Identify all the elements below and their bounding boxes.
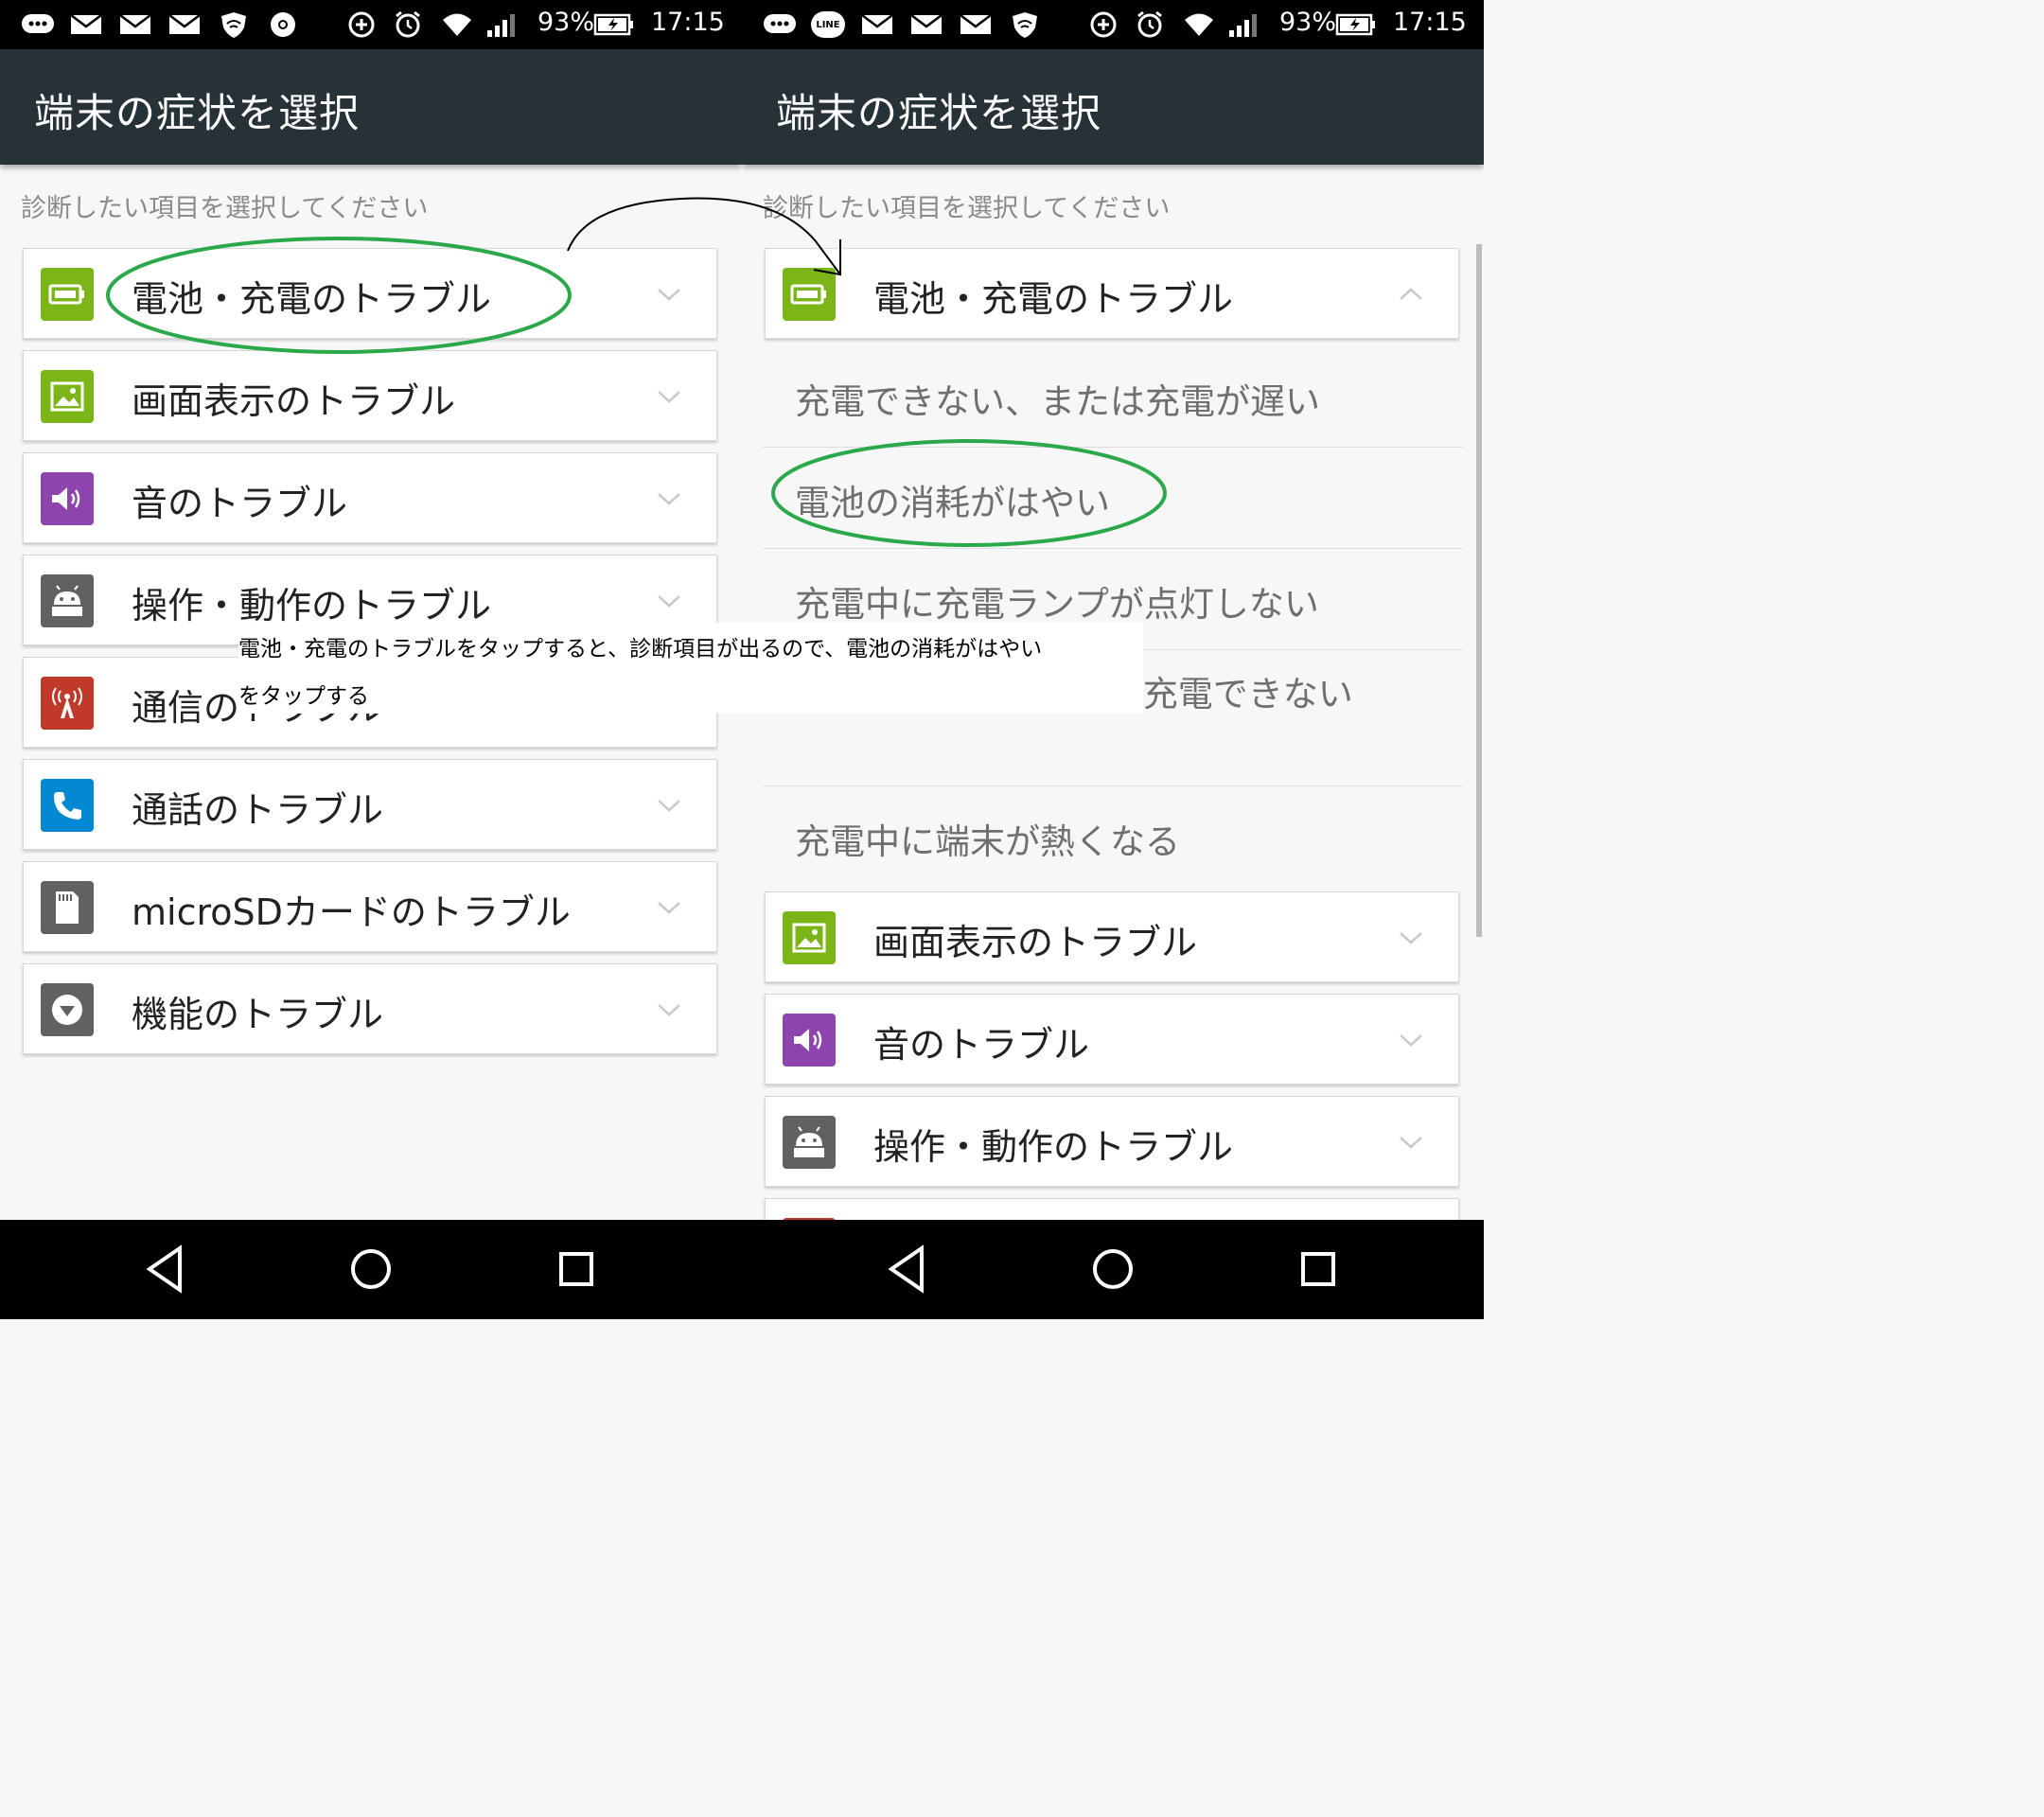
category-display[interactable]: 画面表示のトラブル (765, 891, 1459, 982)
highlight-circle (106, 237, 572, 354)
chrome-icon (267, 11, 299, 38)
category-operation[interactable]: 操作・動作のトラブル (765, 1096, 1459, 1187)
shield-icon (1009, 11, 1041, 38)
sdcard-icon (41, 881, 94, 934)
annotation-line-1: 電池・充電のトラブルをタップすると、診断項目が出るので、電池の消耗がはやい (238, 637, 1043, 662)
chevron-down-icon[interactable] (656, 588, 682, 614)
chat-bubble-icon (763, 11, 797, 38)
app-bar: 端末の症状を選択 (742, 49, 1484, 165)
category-sound[interactable]: 音のトラブル (23, 452, 717, 543)
instructions-text: 診断したい項目を選択してください (21, 194, 429, 223)
scrollbar[interactable] (1476, 244, 1482, 937)
clock: 17:15 (651, 8, 725, 37)
page-title: 端末の症状を選択 (776, 90, 1102, 136)
alarm-icon (1134, 10, 1166, 38)
chevron-down-icon[interactable] (656, 894, 682, 921)
chevron-down-icon[interactable] (1398, 1027, 1424, 1053)
status-bar: 93% 17:15 (0, 0, 742, 49)
category-display[interactable]: 画面表示のトラブル (23, 350, 717, 441)
signal-icon (485, 11, 519, 38)
chevron-down-icon[interactable] (1398, 1129, 1424, 1155)
arrow-annotation (567, 197, 841, 276)
recents-icon[interactable] (546, 1239, 607, 1299)
chevron-down-icon[interactable] (1398, 925, 1424, 951)
mail-icon (168, 11, 201, 38)
line-icon: LINE (810, 11, 846, 38)
category-function[interactable]: 機能のトラブル (23, 963, 717, 1054)
symptom-item[interactable]: 充電できない、または充電が遅い (763, 346, 1463, 448)
data-saver-icon (346, 11, 377, 38)
category-label: 通話のトラブル (132, 789, 384, 831)
category-label: 音のトラブル (873, 1024, 1090, 1066)
category-label: 画面表示のトラブル (873, 922, 1198, 963)
data-saver-icon (1088, 11, 1119, 38)
category-label: 操作・動作のトラブル (132, 585, 492, 626)
category-label: 音のトラブル (132, 483, 348, 524)
chat-bubble-icon (21, 11, 55, 38)
home-icon[interactable] (341, 1239, 401, 1299)
line-badge: LINE (811, 11, 845, 38)
annotation-line-2: をタップする (238, 684, 369, 709)
shield-icon (218, 11, 250, 38)
battery-charging-icon (592, 11, 636, 38)
category-label: 操作・動作のトラブル (873, 1126, 1234, 1168)
category-label: microSDカードのトラブル (132, 891, 571, 933)
battery-charging-icon (1334, 11, 1378, 38)
recents-icon[interactable] (1288, 1239, 1348, 1299)
navigation-bar (0, 1220, 1484, 1319)
android-icon (41, 574, 94, 627)
battery-percent: 93% (1279, 8, 1337, 37)
category-microsd[interactable]: microSDカードのトラブル (23, 861, 717, 952)
category-battery-charging-expanded[interactable]: 電池・充電のトラブル (765, 248, 1459, 339)
highlight-circle (771, 439, 1167, 547)
wifi-icon (1183, 11, 1215, 38)
alarm-icon (392, 10, 424, 38)
mail-icon (119, 11, 151, 38)
clock: 17:15 (1393, 8, 1467, 37)
back-icon[interactable] (876, 1239, 937, 1299)
wifi-icon (441, 11, 473, 38)
picture-icon (783, 911, 836, 964)
speaker-icon (783, 1014, 836, 1067)
signal-icon (1226, 11, 1260, 38)
category-call[interactable]: 通話のトラブル (23, 759, 717, 850)
mail-icon (910, 11, 943, 38)
category-label: 電池・充電のトラブル (873, 278, 1234, 320)
home-icon[interactable] (1083, 1239, 1143, 1299)
chevron-down-icon[interactable] (656, 792, 682, 819)
symptom-item[interactable]: 充電中に端末が熱くなる (763, 786, 1463, 888)
app-bar: 端末の症状を選択 (0, 49, 742, 165)
chevron-down-icon[interactable] (656, 485, 682, 512)
chevron-up-icon[interactable] (1398, 281, 1424, 308)
mail-icon (70, 11, 102, 38)
speaker-icon (41, 472, 94, 525)
phone-icon (41, 779, 94, 832)
battery-icon (41, 268, 94, 321)
picture-icon (41, 370, 94, 423)
chevron-down-icon[interactable] (656, 383, 682, 410)
category-label: 画面表示のトラブル (132, 380, 456, 422)
status-bar: LINE 93% 17:15 (742, 0, 1484, 49)
mail-icon (960, 11, 992, 38)
android-icon (783, 1116, 836, 1169)
dropdown-icon (41, 983, 94, 1036)
category-label: 機能のトラブル (132, 994, 384, 1035)
page-title: 端末の症状を選択 (34, 90, 361, 136)
back-icon[interactable] (134, 1239, 195, 1299)
chevron-down-icon[interactable] (656, 997, 682, 1023)
mail-icon (861, 11, 893, 38)
antenna-icon (41, 677, 94, 730)
battery-percent: 93% (537, 8, 595, 37)
category-sound[interactable]: 音のトラブル (765, 994, 1459, 1085)
